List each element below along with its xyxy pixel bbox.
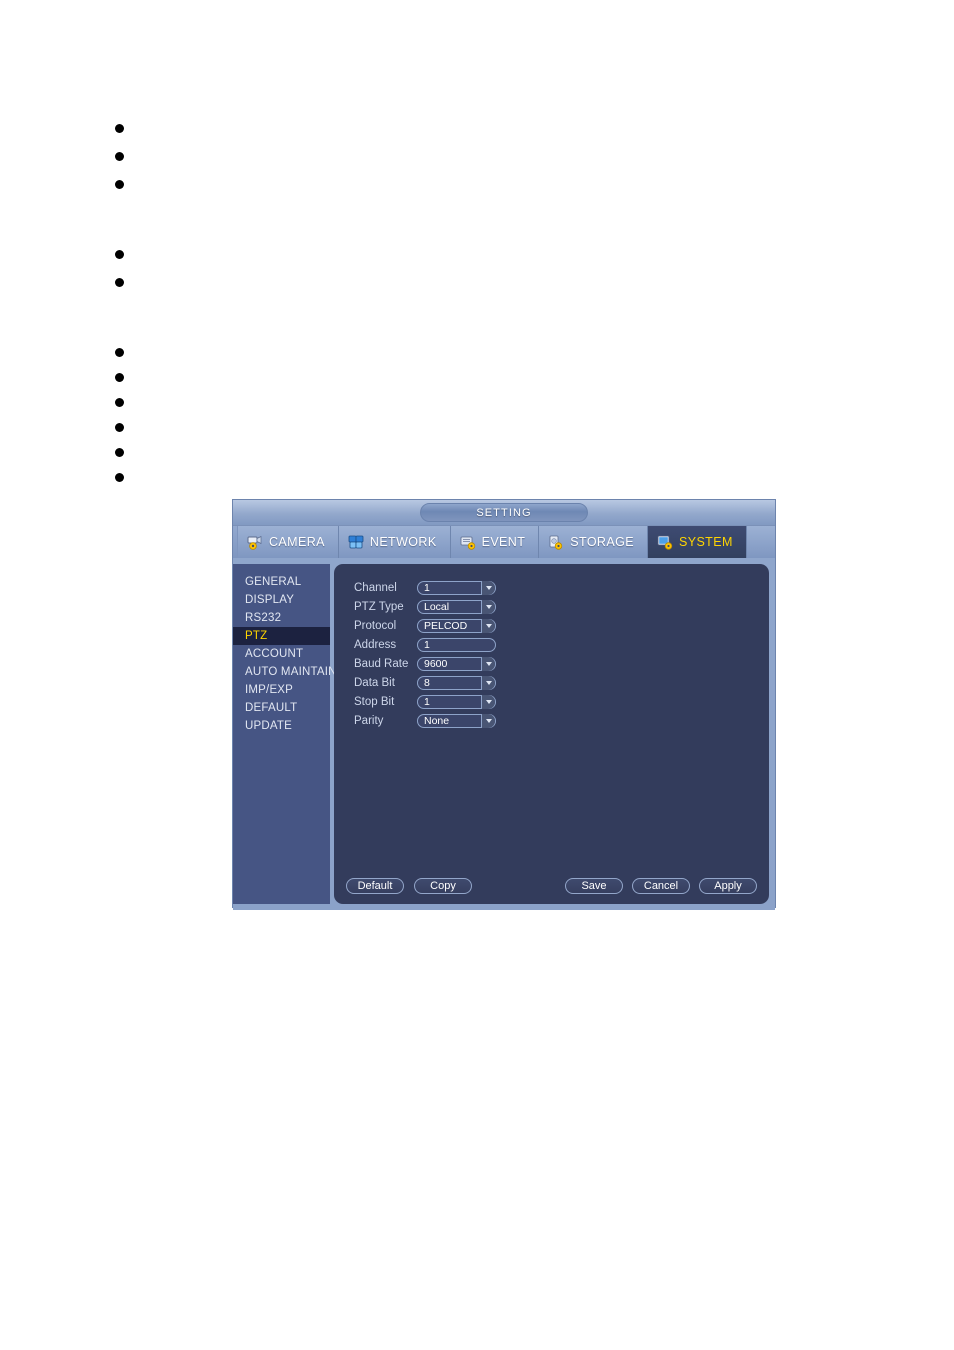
data-bit-value: 8 [424, 676, 430, 689]
sidebar-item-imp-exp[interactable]: IMP/EXP [233, 681, 330, 699]
protocol-label: Protocol [354, 619, 397, 632]
document-bullet-area [0, 0, 954, 498]
list-item-bullet [115, 152, 124, 161]
system-icon [657, 535, 674, 550]
protocol-select[interactable]: PELCOD [417, 618, 496, 633]
apply-button[interactable]: Apply [699, 878, 757, 894]
address-input[interactable]: 1 [417, 637, 496, 652]
window-title-bar: SETTING [233, 500, 775, 526]
chevron-down-icon[interactable] [481, 618, 495, 633]
data-bit-select[interactable]: 8 [417, 675, 496, 690]
field-row-baud-rate: Baud Rate 9600 [354, 654, 496, 673]
save-button[interactable]: Save [565, 878, 623, 894]
footer-right-buttons: Save Cancel Apply [565, 878, 757, 894]
field-row-address: Address 1 [354, 635, 496, 654]
setting-window: SETTING CAMERA NETWORK EVENT STORAGE SYS… [232, 499, 776, 910]
field-row-ptz-type: PTZ Type Local [354, 597, 496, 616]
event-icon [460, 535, 477, 550]
page-title: SETTING [420, 503, 588, 522]
network-icon [348, 535, 365, 550]
address-value: 1 [424, 638, 430, 651]
sidebar: GENERAL DISPLAY RS232 PTZ ACCOUNT AUTO M… [233, 564, 336, 904]
tab-strip-filler [746, 526, 775, 558]
tab-strip: CAMERA NETWORK EVENT STORAGE SYSTEM [233, 526, 775, 558]
list-item-bullet [115, 180, 124, 189]
chevron-down-icon[interactable] [481, 656, 495, 671]
chevron-down-icon[interactable] [481, 694, 495, 709]
tab-network[interactable]: NETWORK [338, 526, 451, 558]
sidebar-item-update[interactable]: UPDATE [233, 717, 330, 735]
baud-rate-select[interactable]: 9600 [417, 656, 496, 671]
field-row-stop-bit: Stop Bit 1 [354, 692, 496, 711]
parity-select[interactable]: None [417, 713, 496, 728]
channel-value: 1 [424, 581, 430, 594]
parity-label: Parity [354, 714, 384, 727]
ptz-type-select[interactable]: Local [417, 599, 496, 614]
tab-event-label: EVENT [481, 535, 526, 549]
ptz-type-value: Local [424, 600, 450, 613]
sidebar-item-general[interactable]: GENERAL [233, 573, 330, 591]
chevron-down-icon[interactable] [481, 599, 495, 614]
chevron-down-icon[interactable] [481, 675, 495, 690]
tab-system[interactable]: SYSTEM [647, 526, 747, 558]
list-item-bullet [115, 348, 124, 357]
tab-storage-label: STORAGE [570, 535, 634, 549]
sidebar-item-ptz[interactable]: PTZ [233, 627, 330, 645]
tab-storage[interactable]: STORAGE [539, 526, 648, 558]
storage-icon [548, 535, 565, 550]
protocol-value: PELCOD [424, 619, 468, 632]
copy-button[interactable]: Copy [414, 878, 472, 894]
list-item-bullet [115, 473, 124, 482]
tab-network-label: NETWORK [369, 535, 437, 549]
sidebar-item-auto-maintain[interactable]: AUTO MAINTAIN [233, 663, 336, 681]
camera-icon [247, 535, 264, 550]
tab-camera[interactable]: CAMERA [237, 526, 339, 558]
list-item-bullet [115, 398, 124, 407]
stop-bit-value: 1 [424, 695, 430, 708]
tab-camera-label: CAMERA [269, 535, 325, 549]
field-row-channel: Channel 1 [354, 578, 496, 597]
sidebar-item-account[interactable]: ACCOUNT [233, 645, 330, 663]
field-row-parity: Parity None [354, 711, 496, 730]
default-button[interactable]: Default [346, 878, 404, 894]
list-item-bullet [115, 373, 124, 382]
setting-body: GENERAL DISPLAY RS232 PTZ ACCOUNT AUTO M… [233, 558, 775, 910]
channel-select[interactable]: 1 [417, 580, 496, 595]
tab-event[interactable]: EVENT [450, 526, 540, 558]
list-item-bullet [115, 423, 124, 432]
ptz-form: Channel 1 PTZ Type Local Protocol PELCOD… [354, 578, 496, 730]
content-pane: Channel 1 PTZ Type Local Protocol PELCOD… [334, 564, 769, 904]
channel-label: Channel [354, 581, 397, 594]
stop-bit-select[interactable]: 1 [417, 694, 496, 709]
chevron-down-icon[interactable] [481, 580, 495, 595]
cancel-button[interactable]: Cancel [632, 878, 690, 894]
list-item-bullet [115, 250, 124, 259]
list-item-bullet [115, 278, 124, 287]
ptz-type-label: PTZ Type [354, 600, 404, 613]
field-row-data-bit: Data Bit 8 [354, 673, 496, 692]
baud-rate-value: 9600 [424, 657, 448, 670]
sidebar-item-display[interactable]: DISPLAY [233, 591, 330, 609]
baud-rate-label: Baud Rate [354, 657, 409, 670]
address-label: Address [354, 638, 397, 651]
parity-value: None [424, 714, 450, 727]
list-item-bullet [115, 448, 124, 457]
footer-left-buttons: Default Copy [346, 878, 472, 894]
sidebar-item-default[interactable]: DEFAULT [233, 699, 330, 717]
field-row-protocol: Protocol PELCOD [354, 616, 496, 635]
data-bit-label: Data Bit [354, 676, 395, 689]
list-item-bullet [115, 124, 124, 133]
chevron-down-icon[interactable] [481, 713, 495, 728]
stop-bit-label: Stop Bit [354, 695, 395, 708]
sidebar-item-rs232[interactable]: RS232 [233, 609, 330, 627]
tab-system-label: SYSTEM [678, 535, 733, 549]
